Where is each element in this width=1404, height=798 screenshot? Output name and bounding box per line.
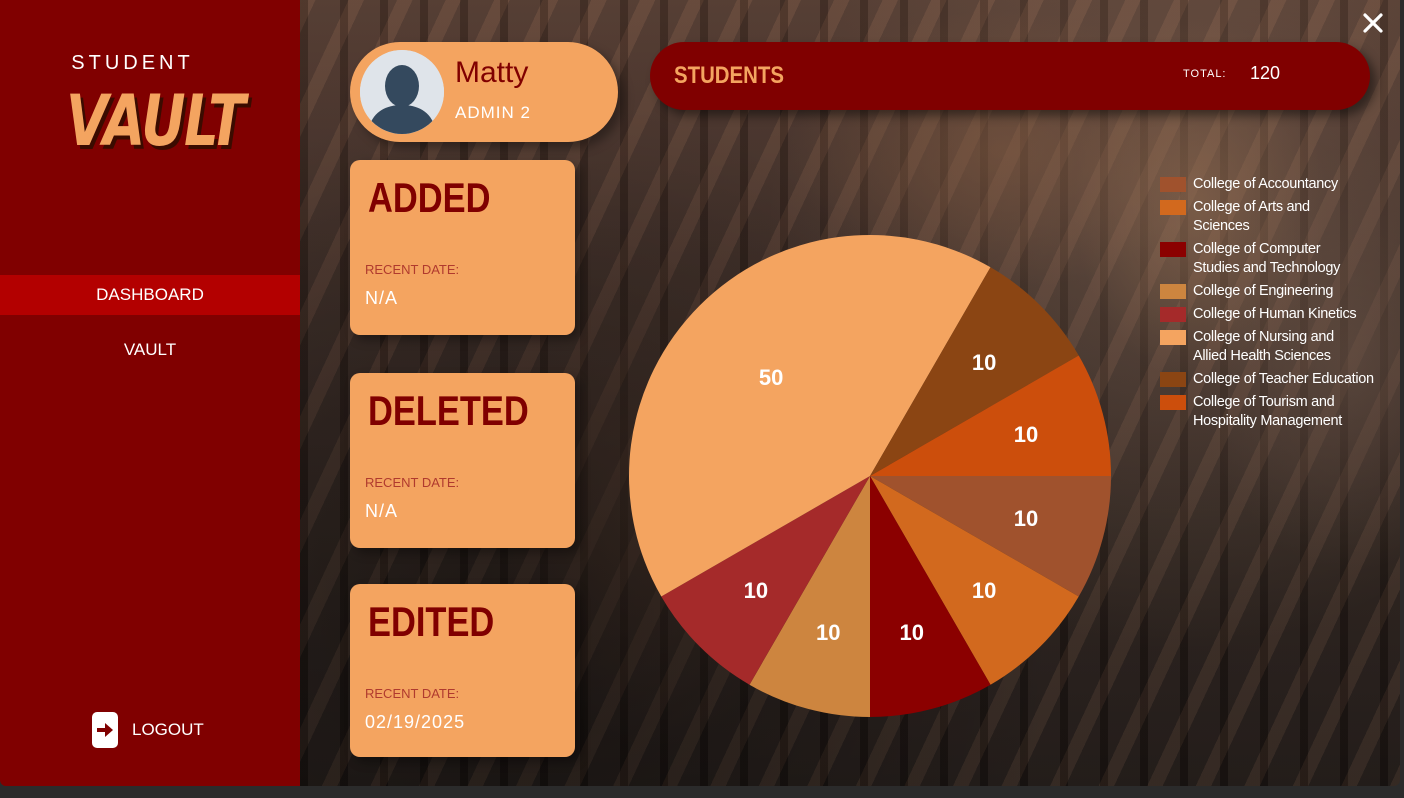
- profile-card: Matty ADMIN 2: [350, 42, 618, 142]
- user-silhouette-icon: [360, 50, 444, 134]
- card-title: EDITED: [368, 598, 495, 645]
- pie-slice-label: 50: [759, 365, 783, 390]
- profile-name: Matty: [455, 56, 529, 89]
- logout-label: LOGOUT: [132, 720, 204, 739]
- legend-label: College of Tourism and: [1193, 394, 1335, 410]
- recent-date-value: N/A: [365, 501, 399, 521]
- avatar: [360, 50, 444, 134]
- legend-label: College of Teacher Education: [1193, 371, 1374, 387]
- students-header: STUDENTS TOTAL: 120: [650, 42, 1370, 110]
- legend-label: College of Computer: [1193, 241, 1321, 257]
- chart-legend: College of Accountancy College of Arts an…: [1160, 175, 1395, 435]
- recent-date-value: 02/19/2025: [365, 712, 466, 732]
- total-value: 120: [1250, 63, 1281, 83]
- logo-title: VAULT: [66, 80, 245, 162]
- legend-swatch: [1160, 242, 1186, 257]
- added-card: ADDED RECENT DATE: N/A: [350, 160, 575, 335]
- students-pie-chart: 10 10 10 10 10 50 10 10: [629, 234, 1111, 717]
- legend-item: College of Tourism and Hospitality Manage…: [1160, 393, 1395, 431]
- logo-subtitle: STUDENT: [71, 52, 194, 74]
- pie-slice-label: 10: [744, 578, 768, 603]
- legend-swatch: [1160, 177, 1186, 192]
- students-title: STUDENTS: [674, 62, 784, 89]
- sidebar-item-vault[interactable]: VAULT: [0, 330, 300, 370]
- close-icon[interactable]: [1360, 10, 1386, 36]
- logout-icon: [92, 712, 118, 748]
- legend-label: Allied Health Sciences: [1193, 348, 1331, 364]
- legend-label: College of Human Kinetics: [1193, 306, 1357, 322]
- legend-swatch: [1160, 200, 1186, 215]
- card-title: ADDED: [368, 174, 491, 221]
- pie-slice-label: 10: [1014, 506, 1038, 531]
- legend-item: College of Computer Studies and Technolog…: [1160, 240, 1395, 278]
- legend-item: College of Engineering: [1160, 282, 1395, 301]
- legend-label: Hospitality Management: [1193, 413, 1342, 429]
- logout-button[interactable]: LOGOUT: [92, 712, 204, 748]
- legend-item: College of Nursing and Allied Health Scie…: [1160, 328, 1395, 366]
- total-label: TOTAL:: [1183, 68, 1227, 80]
- legend-item: College of Accountancy: [1160, 175, 1395, 194]
- profile-role: ADMIN 2: [455, 103, 531, 122]
- deleted-card: DELETED RECENT DATE: N/A: [350, 373, 575, 548]
- legend-swatch: [1160, 372, 1186, 387]
- legend-swatch: [1160, 284, 1186, 299]
- legend-label: College of Accountancy: [1193, 176, 1338, 192]
- recent-date-label: RECENT DATE:: [365, 262, 460, 277]
- pie-slice-label: 10: [972, 350, 996, 375]
- recent-date-label: RECENT DATE:: [365, 475, 460, 490]
- sidebar: STUDENT VAULT DASHBOARD VAULT LOGOUT: [0, 0, 300, 786]
- legend-item: College of Teacher Education: [1160, 370, 1395, 389]
- card-title: DELETED: [368, 387, 529, 434]
- recent-date-value: N/A: [365, 288, 399, 308]
- pie-slice-label: 10: [1014, 422, 1038, 447]
- edited-card: EDITED RECENT DATE: 02/19/2025: [350, 584, 575, 757]
- pie-slice-label: 10: [972, 578, 996, 603]
- legend-item: College of Arts and Sciences: [1160, 198, 1395, 236]
- pie-slice-label: 10: [900, 620, 924, 645]
- legend-item: College of Human Kinetics: [1160, 305, 1395, 324]
- sidebar-item-dashboard[interactable]: DASHBOARD: [0, 275, 300, 315]
- legend-label: Sciences: [1193, 218, 1250, 234]
- legend-label: College of Nursing and: [1193, 329, 1334, 345]
- legend-label: College of Engineering: [1193, 283, 1334, 299]
- pie-slice-label: 10: [816, 620, 840, 645]
- app-window: STUDENT VAULT DASHBOARD VAULT LOGOUT Mat…: [0, 0, 1400, 786]
- legend-swatch: [1160, 330, 1186, 345]
- legend-swatch: [1160, 395, 1186, 410]
- legend-swatch: [1160, 307, 1186, 322]
- legend-label: College of Arts and: [1193, 199, 1310, 215]
- legend-label: Studies and Technology: [1193, 260, 1341, 276]
- recent-date-label: RECENT DATE:: [365, 686, 460, 701]
